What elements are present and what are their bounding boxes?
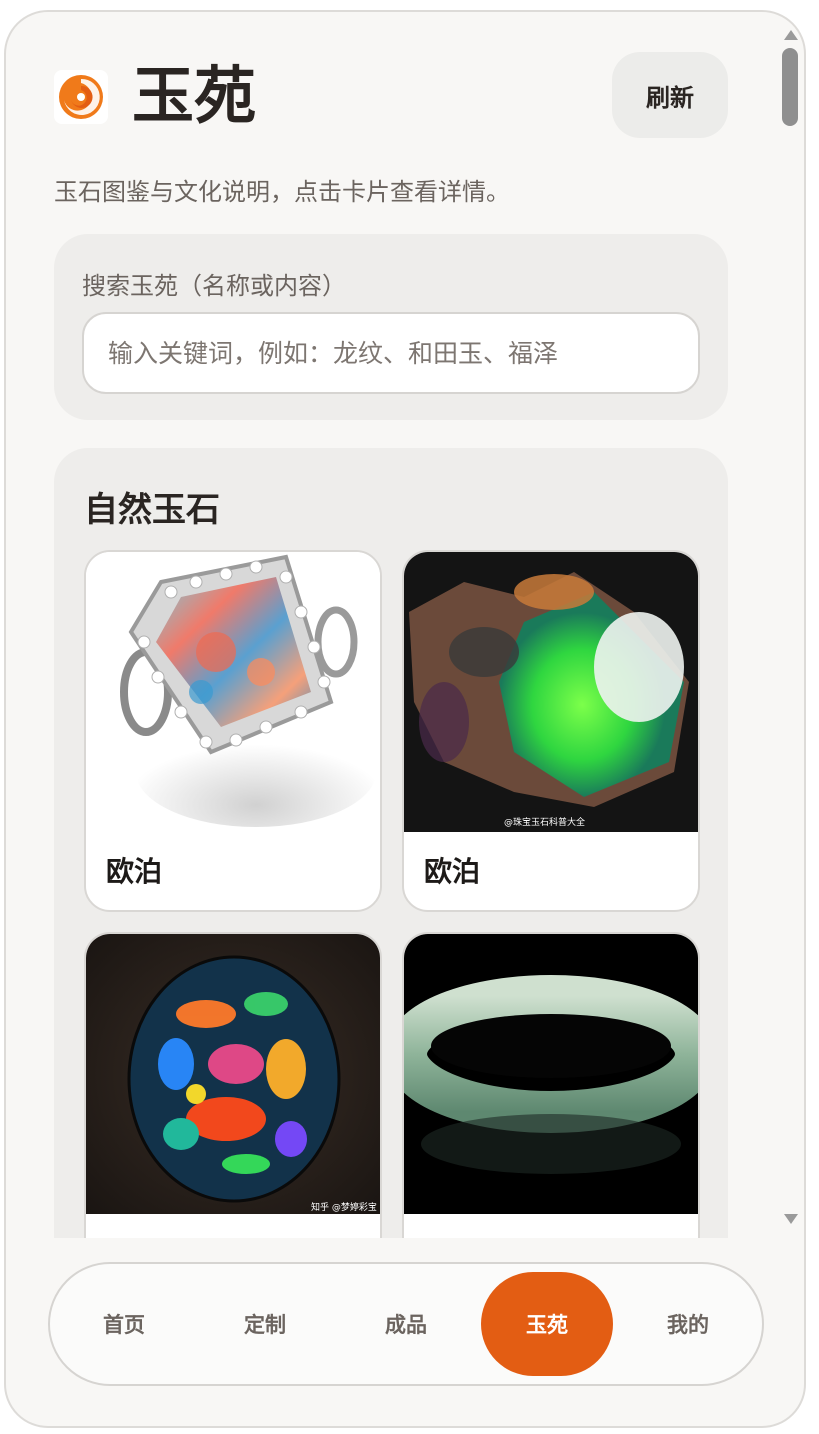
nav-item-products[interactable]: 成品 <box>340 1272 472 1376</box>
jade-bangle-image <box>404 934 698 1214</box>
scrollbar-thumb[interactable] <box>782 48 798 126</box>
bottom-nav: 首页 定制 成品 玉苑 我的 <box>48 1262 764 1386</box>
nav-item-custom[interactable]: 定制 <box>199 1272 331 1376</box>
section-title: 自然玉石 <box>84 490 220 530</box>
content-scroll-area[interactable]: 玉苑 刷新 玉石图鉴与文化说明，点击卡片查看详情。 搜索玉苑（名称或内容） 自然… <box>6 12 776 1238</box>
nav-item-jade-garden[interactable]: 玉苑 <box>481 1272 613 1376</box>
scroll-down-icon[interactable] <box>784 1214 798 1224</box>
card-name: 欧泊 <box>106 855 163 888</box>
card-name: 欧泊 <box>424 855 481 888</box>
jade-card[interactable]: @珠宝玉石科普大全 欧泊 <box>402 550 700 912</box>
jade-card[interactable]: 知乎 @梦婷彩宝 <box>84 932 382 1238</box>
nav-item-home[interactable]: 首页 <box>58 1272 190 1376</box>
watermark-text: 知乎 @梦婷彩宝 <box>311 1201 377 1213</box>
vertical-scrollbar[interactable] <box>780 22 800 1238</box>
opal-ring-image <box>86 552 380 832</box>
scroll-up-icon[interactable] <box>784 30 798 40</box>
search-label: 搜索玉苑（名称或内容） <box>82 272 346 300</box>
jade-card[interactable]: 欧泊 <box>84 550 382 912</box>
page-subtitle: 玉石图鉴与文化说明，点击卡片查看详情。 <box>54 178 510 206</box>
black-opal-image: 知乎 @梦婷彩宝 <box>86 934 380 1214</box>
jade-card[interactable] <box>402 932 700 1238</box>
nav-item-profile[interactable]: 我的 <box>622 1272 754 1376</box>
app-frame: 玉苑 刷新 玉石图鉴与文化说明，点击卡片查看详情。 搜索玉苑（名称或内容） 自然… <box>4 10 806 1428</box>
natural-jade-section: 自然玉石 欧泊 @珠宝玉石科普大全 欧泊 知乎 @梦婷彩宝 <box>54 448 728 1238</box>
watermark-text: @珠宝玉石科普大全 <box>504 816 585 828</box>
app-title: 玉苑 <box>132 59 257 132</box>
app-logo-icon <box>54 70 108 124</box>
search-panel: 搜索玉苑（名称或内容） <box>54 234 728 420</box>
refresh-button[interactable]: 刷新 <box>612 52 728 138</box>
raw-opal-image: @珠宝玉石科普大全 <box>404 552 698 832</box>
search-input[interactable] <box>82 312 700 394</box>
